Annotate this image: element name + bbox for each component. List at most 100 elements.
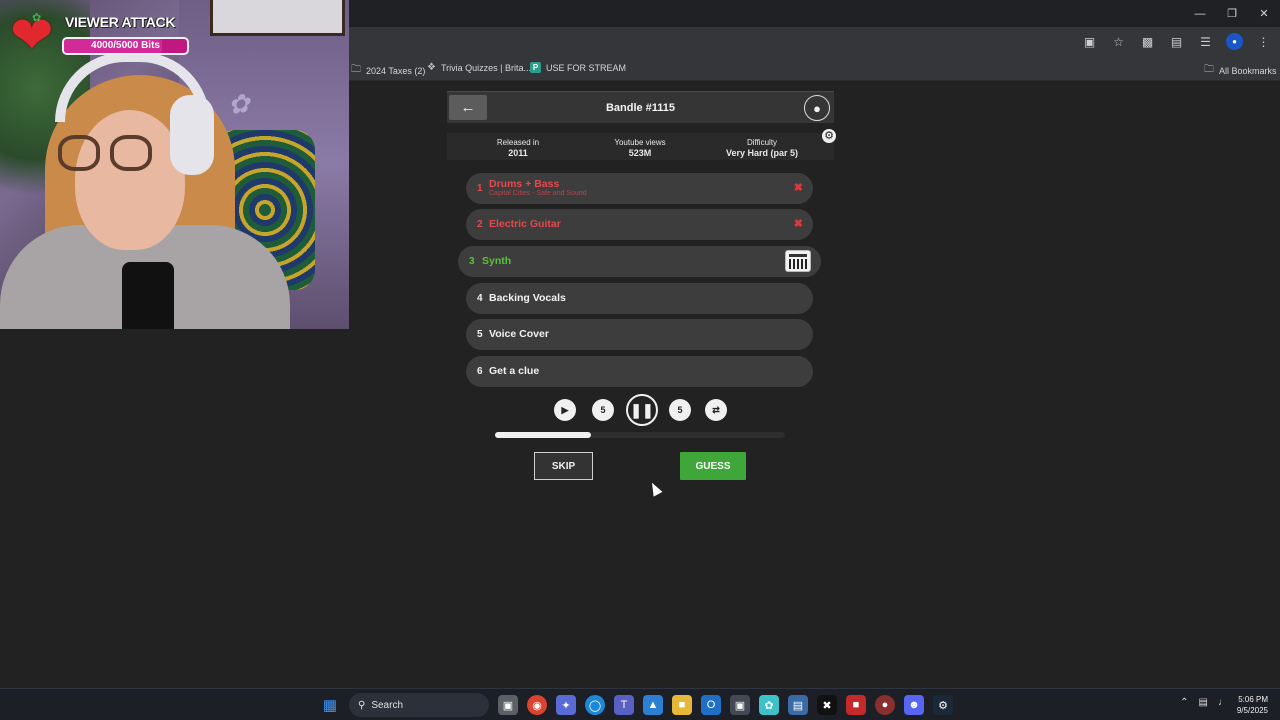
restore-icon[interactable]: ❐: [1216, 0, 1248, 27]
minimize-icon[interactable]: —: [1184, 0, 1216, 27]
rewind-5-button[interactable]: 5: [592, 399, 614, 421]
profile-avatar-icon[interactable]: ●: [1226, 33, 1243, 50]
profile-button[interactable]: ●: [804, 95, 830, 121]
folder-icon: 🗀: [351, 64, 361, 75]
track-row-3[interactable]: 3 Synth: [458, 246, 821, 277]
info-released: Released in 2011: [487, 138, 549, 158]
track-name: Voice Cover: [489, 328, 549, 340]
settings-gear-icon[interactable]: ⚙: [822, 129, 836, 143]
bookmark-trivia[interactable]: ❖ Trivia Quizzes | Brita...: [427, 62, 531, 73]
info-youtube-views: Youtube views 523M: [605, 138, 675, 158]
webcam-glasses: [110, 135, 152, 171]
webcam-neon-sign: ✿: [226, 88, 252, 122]
leaf-icon: ✿: [32, 12, 42, 24]
media-icon[interactable]: ☰: [1197, 33, 1214, 50]
taskbar-search[interactable]: ⚲ Search: [349, 693, 489, 717]
info-label: Difficulty: [746, 138, 778, 147]
window-controls: — ❐ ✕: [1184, 0, 1280, 27]
info-value: 523M: [628, 148, 652, 158]
discord-icon[interactable]: ☻: [904, 695, 924, 715]
close-icon[interactable]: ✕: [1248, 0, 1280, 27]
outlook-icon[interactable]: O: [701, 695, 721, 715]
edge-icon[interactable]: ◯: [585, 695, 605, 715]
file-explorer-icon[interactable]: ■: [672, 695, 692, 715]
track-row-5[interactable]: 5 Voice Cover: [466, 319, 813, 350]
volume-icon[interactable]: ♩: [1218, 697, 1228, 708]
viewer-attack-title: VIEWER ATTACK: [65, 14, 176, 30]
bookmark-label: Trivia Quizzes | Brita...: [440, 62, 531, 73]
track-name: Backing Vocals: [489, 292, 566, 304]
mouse-cursor-icon: [647, 480, 663, 497]
bits-progress-text: 4000/5000 Bits: [91, 40, 160, 51]
webcam-headphone: [170, 95, 214, 175]
track-row-1[interactable]: 1 Drums + Bass Capital Cities - Safe and…: [466, 173, 813, 204]
trivia-icon: ❖: [427, 62, 436, 73]
photos-icon[interactable]: ▲: [643, 695, 663, 715]
clock-date: 9/5/2025: [1236, 706, 1268, 715]
browser-titlebar: — ❐ ✕: [349, 0, 1280, 27]
forward-5-button[interactable]: 5: [669, 399, 691, 421]
track-number: 4: [477, 293, 483, 304]
rewind-icon: 5: [600, 405, 606, 415]
network-icon[interactable]: ▤: [1199, 697, 1208, 708]
info-label: Released in: [496, 138, 540, 147]
wrong-x-icon: ✖: [793, 218, 803, 230]
browser-toolbar: ▣ ☆ ▩ ▤ ☰ ● ⋮: [349, 27, 1280, 55]
system-tray: ⌃ ▤ ♩: [1180, 697, 1228, 708]
bookmark-label: USE FOR STREAM: [546, 62, 627, 73]
taskbar-clock[interactable]: 5:06 PM 9/5/2025: [1237, 694, 1268, 716]
task-view-icon[interactable]: ▣: [498, 695, 518, 715]
screen: — ❐ ✕ ▣ ☆ ▩ ▤ ☰ ● ⋮ 🗀 2024 Taxes (2) ❖ T…: [0, 0, 1280, 720]
track-name: Drums + Bass: [489, 178, 560, 190]
forward-icon: 5: [677, 405, 683, 415]
store-icon[interactable]: ▣: [730, 695, 750, 715]
chevron-up-icon[interactable]: ⌃: [1180, 697, 1188, 708]
synth-keyboard-icon: [785, 250, 811, 272]
chrome-icon[interactable]: ◉: [527, 695, 547, 715]
bookmark-taxes[interactable]: 🗀 2024 Taxes (2): [351, 62, 425, 79]
webcam-face: [75, 110, 185, 250]
windows-start-icon[interactable]: ▦: [320, 695, 340, 715]
capcut-icon[interactable]: ✖: [817, 695, 837, 715]
bookmark-label: 2024 Taxes (2): [366, 65, 426, 76]
track-number: 2: [477, 219, 483, 230]
copilot-app-icon[interactable]: ✿: [759, 695, 779, 715]
info-value: 2011: [508, 148, 528, 158]
steam-icon[interactable]: ⚙: [933, 695, 953, 715]
menu-icon[interactable]: ⋮: [1255, 33, 1272, 50]
recording-app-icon[interactable]: ●: [875, 695, 895, 715]
pause-button[interactable]: ❚❚: [626, 394, 658, 426]
all-bookmarks[interactable]: 🗀 All Bookmarks: [1204, 62, 1277, 79]
game-header: Bandle #1115 ← ●: [447, 91, 834, 123]
no-repeat-button[interactable]: ⇄: [705, 399, 727, 421]
pause-icon: ❚❚: [630, 401, 654, 418]
back-button[interactable]: ←: [449, 95, 487, 120]
info-difficulty: Difficulty Very Hard (par 5): [717, 138, 807, 158]
track-name: Synth: [482, 255, 512, 267]
install-app-icon[interactable]: ▣: [1081, 33, 1098, 50]
guess-button[interactable]: GUESS: [680, 452, 746, 480]
webcam-glasses: [58, 135, 100, 171]
skip-button[interactable]: SKIP: [534, 452, 593, 480]
star-icon[interactable]: ☆: [1110, 33, 1127, 50]
volume-button[interactable]: ▶: [554, 399, 576, 421]
window-app-icon[interactable]: ▤: [788, 695, 808, 715]
teams-icon[interactable]: T: [614, 695, 634, 715]
clock-time: 5:06 PM: [1238, 695, 1268, 704]
search-label: Search: [371, 699, 404, 711]
streamer-app-icon[interactable]: ■: [846, 695, 866, 715]
p-icon: P: [530, 62, 541, 73]
bookmark-use-for-stream[interactable]: P USE FOR STREAM: [530, 62, 626, 73]
bookmark-label: All Bookmarks: [1219, 65, 1277, 76]
track-number: 5: [477, 329, 483, 340]
track-row-2[interactable]: 2 Electric Guitar ✖: [466, 209, 813, 240]
track-number: 6: [477, 366, 483, 377]
reading-list-icon[interactable]: ▤: [1168, 33, 1185, 50]
extensions-icon[interactable]: ▩: [1139, 33, 1156, 50]
folder-icon: 🗀: [1204, 64, 1214, 75]
track-row-4[interactable]: 4 Backing Vocals: [466, 283, 813, 314]
copilot-icon[interactable]: ✦: [556, 695, 576, 715]
playback-progress-bar[interactable]: [495, 432, 785, 438]
track-row-6[interactable]: 6 Get a clue: [466, 356, 813, 387]
track-name: Electric Guitar: [489, 218, 561, 230]
